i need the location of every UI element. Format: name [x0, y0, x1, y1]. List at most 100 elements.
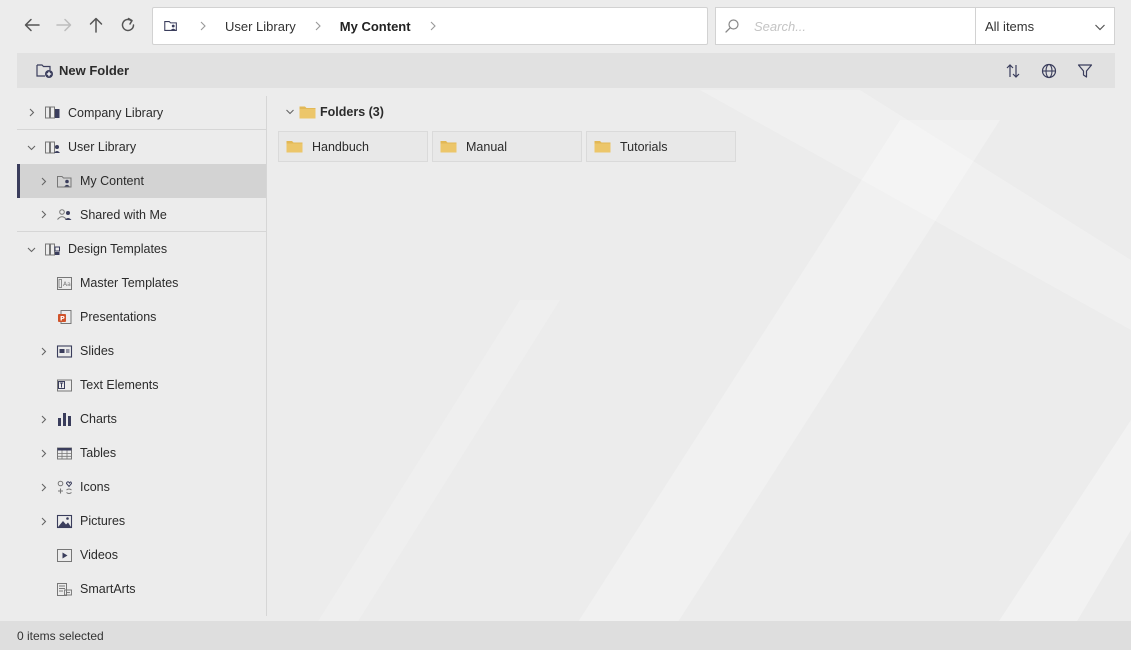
back-button[interactable]: [19, 12, 45, 38]
chevron-right-icon[interactable]: [38, 346, 48, 356]
design-templates-icon: [43, 240, 61, 258]
new-folder-icon: [36, 63, 53, 78]
chevron-right-icon: [199, 21, 209, 31]
chevron-right-icon[interactable]: [38, 448, 48, 458]
tree-item-shared-with-me[interactable]: Shared with Me: [17, 198, 266, 232]
folder-icon: [594, 141, 611, 153]
up-button[interactable]: [83, 12, 109, 38]
icons-icon: [55, 478, 73, 496]
tree-item-user-library[interactable]: User Library: [17, 130, 266, 164]
globe-button[interactable]: [1039, 61, 1059, 81]
sort-icon: [1006, 64, 1020, 78]
items-filter-select[interactable]: All items: [975, 7, 1115, 45]
folder-tile-tutorials[interactable]: Tutorials: [586, 131, 736, 162]
tree-item-label: Pictures: [80, 514, 126, 528]
breadcrumb-my-content[interactable]: My Content: [340, 19, 411, 34]
chevron-right-icon[interactable]: [429, 21, 439, 31]
globe-icon: [1041, 63, 1057, 79]
chevron-right-icon[interactable]: [38, 516, 48, 526]
tree-item-icons[interactable]: Icons: [17, 470, 266, 504]
tree-item-label: Icons: [80, 480, 110, 494]
text-elements-icon: [55, 376, 73, 394]
search-icon: [725, 19, 739, 33]
chevron-down-icon[interactable]: [26, 142, 36, 152]
folder-icon: [299, 106, 316, 119]
tree-item-label: Design Templates: [68, 242, 168, 256]
filter-icon: [1077, 64, 1093, 78]
user-library-icon[interactable]: [163, 17, 181, 35]
status-bar: 0 items selected: [0, 621, 1131, 650]
tree-item-label: Tables: [80, 446, 117, 460]
chevron-down-icon[interactable]: [26, 244, 36, 254]
chevron-right-icon[interactable]: [38, 176, 48, 186]
tree-item-label: Text Elements: [80, 378, 159, 392]
folder-icon: [440, 141, 457, 153]
arrow-left-icon: [24, 18, 40, 32]
folder-list: Handbuch Manual Tutorials: [278, 131, 736, 162]
folder-name: Handbuch: [312, 139, 369, 154]
tree-item-label: Charts: [80, 412, 117, 426]
table-icon: [55, 444, 73, 462]
tree-item-label: User Library: [68, 140, 137, 154]
top-bar: User Library My Content All items: [0, 0, 1131, 52]
filter-button[interactable]: [1075, 61, 1095, 81]
svg-text:Aa: Aa: [63, 281, 71, 288]
tree-item-smartarts[interactable]: SmartArts: [17, 572, 266, 606]
folder-tile-handbuch[interactable]: Handbuch: [278, 131, 428, 162]
tree-item-charts[interactable]: Charts: [17, 402, 266, 436]
refresh-icon: [121, 17, 135, 32]
tree-item-my-content[interactable]: My Content: [17, 164, 266, 198]
selection-status: 0 items selected: [17, 628, 104, 643]
forward-button[interactable]: [51, 12, 77, 38]
search-box: [715, 7, 977, 45]
library-tree: Company Library User Library My Content …: [17, 96, 267, 616]
tree-item-presentations[interactable]: P Presentations: [17, 300, 266, 334]
tree-item-label: Master Templates: [80, 276, 179, 290]
folder-name: Manual: [466, 139, 507, 154]
search-input[interactable]: [754, 18, 954, 34]
sort-button[interactable]: [1003, 61, 1023, 81]
chevron-down-icon: [1095, 24, 1105, 31]
folders-group-header[interactable]: Folders (3): [285, 105, 384, 119]
folder-name: Tutorials: [620, 139, 668, 154]
tree-item-master-templates[interactable]: Aa Master Templates: [17, 266, 266, 300]
breadcrumb-user-library[interactable]: User Library: [225, 19, 296, 34]
chevron-right-icon: [314, 21, 324, 31]
tree-item-company-library[interactable]: Company Library: [17, 96, 266, 130]
folders-group-label: Folders (3): [320, 105, 384, 119]
items-filter-value: All items: [985, 18, 1035, 34]
new-folder-button[interactable]: New Folder: [36, 63, 129, 79]
my-content-icon: [55, 172, 73, 190]
tree-item-design-templates[interactable]: Design Templates: [17, 232, 266, 266]
chevron-right-icon[interactable]: [38, 210, 48, 220]
toolbar: New Folder: [17, 53, 1115, 88]
chevron-right-icon[interactable]: [38, 414, 48, 424]
company-library-icon: [43, 104, 61, 122]
new-folder-label: New Folder: [59, 63, 130, 78]
bar-chart-icon: [55, 410, 73, 428]
tree-item-videos[interactable]: Videos: [17, 538, 266, 572]
presentation-file-icon: P: [55, 308, 73, 326]
tree-item-label: SmartArts: [80, 582, 136, 596]
smartart-icon: [55, 580, 73, 598]
folder-icon: [286, 141, 303, 153]
slides-icon: [55, 342, 73, 360]
chevron-right-icon[interactable]: [38, 482, 48, 492]
folder-tile-manual[interactable]: Manual: [432, 131, 582, 162]
tree-item-label: Shared with Me: [80, 207, 167, 222]
chevron-right-icon[interactable]: [26, 108, 36, 118]
tree-item-tables[interactable]: Tables: [17, 436, 266, 470]
tree-item-text-elements[interactable]: Text Elements: [17, 368, 266, 402]
chevron-down-icon: [286, 109, 294, 115]
refresh-button[interactable]: [115, 12, 141, 38]
tree-item-pictures[interactable]: Pictures: [17, 504, 266, 538]
user-library-icon: [43, 138, 61, 156]
arrow-right-icon: [56, 18, 72, 32]
breadcrumb: User Library My Content: [152, 7, 708, 45]
video-icon: [55, 546, 73, 564]
tree-item-slides[interactable]: Slides: [17, 334, 266, 368]
tree-item-label: Slides: [80, 344, 115, 358]
tree-item-label: Videos: [80, 548, 118, 562]
content-area: Folders (3) Handbuch Manual Tutorials: [268, 96, 1115, 616]
picture-icon: [55, 512, 73, 530]
